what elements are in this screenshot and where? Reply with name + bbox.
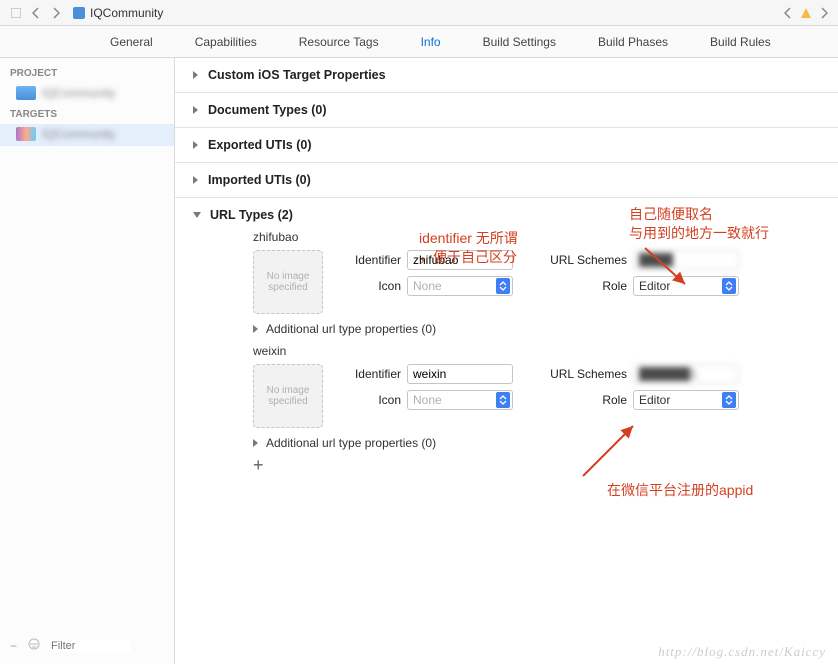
icon-label: Icon <box>345 393 401 407</box>
disclosure-triangle-icon <box>193 106 198 114</box>
info-editor: Custom iOS Target Properties Document Ty… <box>175 58 838 664</box>
disclosure-triangle-icon <box>193 176 198 184</box>
project-navigator: PROJECT IQCommunity TARGETS IQCommunity … <box>0 58 175 664</box>
url-schemes-label: URL Schemes <box>547 367 627 381</box>
icon-thumb-placeholder[interactable]: No image specified <box>253 364 323 428</box>
identifier-input[interactable] <box>407 250 513 270</box>
filter-icon[interactable] <box>27 637 41 654</box>
tab-general[interactable]: General <box>110 35 153 49</box>
disclosure-triangle-icon <box>193 71 198 79</box>
identifier-label: Identifier <box>345 367 401 381</box>
add-url-type-button[interactable]: + <box>253 456 820 474</box>
identifier-input[interactable] <box>407 364 513 384</box>
role-select[interactable]: Editor <box>633 276 739 296</box>
section-exported-utis[interactable]: Exported UTIs (0) <box>193 138 820 152</box>
back-right-icon[interactable] <box>780 3 796 23</box>
breadcrumb-bar: IQCommunity <box>0 0 838 26</box>
forward-icon[interactable] <box>46 3 66 23</box>
targets-header: TARGETS <box>0 105 174 124</box>
url-type-name: weixin <box>253 344 820 358</box>
project-icon <box>72 6 86 20</box>
icon-thumb-placeholder[interactable]: No image specified <box>253 250 323 314</box>
disclosure-triangle-icon <box>253 325 258 333</box>
icon-select[interactable]: None <box>407 390 513 410</box>
role-label: Role <box>547 279 627 293</box>
breadcrumb-title[interactable]: IQCommunity <box>90 6 163 20</box>
back-icon[interactable] <box>26 3 46 23</box>
identifier-label: Identifier <box>345 253 401 267</box>
additional-properties[interactable]: Additional url type properties (0) <box>253 436 820 450</box>
target-app-icon <box>16 127 36 141</box>
sidebar-footer: − <box>0 633 174 658</box>
section-document-types[interactable]: Document Types (0) <box>193 103 820 117</box>
disclosure-triangle-open-icon <box>193 212 201 218</box>
role-select[interactable]: Editor <box>633 390 739 410</box>
chevron-updown-icon <box>722 392 736 408</box>
url-type-item: zhifubao No image specified Identifier U… <box>253 230 820 314</box>
tab-build-phases[interactable]: Build Phases <box>598 35 668 49</box>
url-type-name: zhifubao <box>253 230 820 244</box>
chevron-updown-icon <box>496 278 510 294</box>
project-header: PROJECT <box>0 64 174 83</box>
url-schemes-label: URL Schemes <box>547 253 627 267</box>
project-file-icon <box>16 86 36 100</box>
sidebar-project-item[interactable]: IQCommunity <box>0 83 174 105</box>
disclosure-triangle-icon <box>193 141 198 149</box>
additional-properties[interactable]: Additional url type properties (0) <box>253 322 820 336</box>
url-type-item: weixin No image specified Identifier URL… <box>253 344 820 428</box>
project-name-label: IQCommunity <box>42 86 115 100</box>
tab-info[interactable]: Info <box>421 35 441 49</box>
role-label: Role <box>547 393 627 407</box>
tab-build-rules[interactable]: Build Rules <box>710 35 771 49</box>
editor-tabs: General Capabilities Resource Tags Info … <box>0 26 838 58</box>
section-imported-utis[interactable]: Imported UTIs (0) <box>193 173 820 187</box>
url-schemes-input[interactable] <box>633 250 739 270</box>
tab-build-settings[interactable]: Build Settings <box>483 35 556 49</box>
forward-right-icon[interactable] <box>816 3 832 23</box>
sidebar-target-item[interactable]: IQCommunity <box>0 124 174 146</box>
url-schemes-input[interactable] <box>633 364 739 384</box>
tab-capabilities[interactable]: Capabilities <box>195 35 257 49</box>
tab-resource-tags[interactable]: Resource Tags <box>299 35 379 49</box>
warning-icon[interactable] <box>798 3 814 23</box>
section-custom-properties[interactable]: Custom iOS Target Properties <box>193 68 820 82</box>
disclosure-triangle-icon <box>253 439 258 447</box>
square-icon[interactable] <box>6 3 26 23</box>
minus-icon[interactable]: − <box>10 639 17 653</box>
target-name-label: IQCommunity <box>42 127 115 141</box>
filter-input[interactable] <box>51 640 131 652</box>
chevron-updown-icon <box>496 392 510 408</box>
icon-label: Icon <box>345 279 401 293</box>
icon-select[interactable]: None <box>407 276 513 296</box>
section-url-types[interactable]: URL Types (2) <box>193 208 820 222</box>
watermark-text: http://blog.csdn.net/Kaiccy <box>658 644 826 660</box>
chevron-updown-icon <box>722 278 736 294</box>
